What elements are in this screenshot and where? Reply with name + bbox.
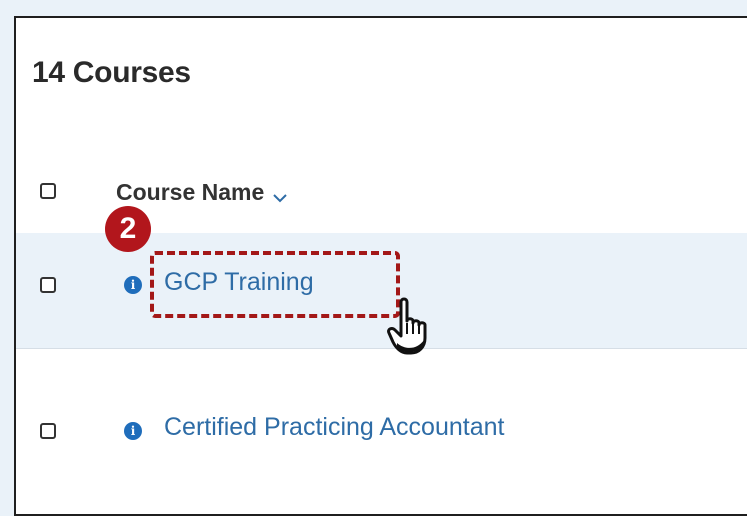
table-row: i Certified Practicing Accountant	[16, 349, 747, 479]
info-circle-icon[interactable]: i	[124, 276, 142, 294]
course-name-header-label: Course Name	[116, 179, 265, 205]
hand-pointer-icon	[387, 296, 435, 356]
chevron-down-icon	[272, 185, 288, 202]
page-title: 14 Courses	[32, 56, 191, 89]
info-circle-icon[interactable]: i	[124, 422, 142, 440]
row-checkbox[interactable]	[40, 423, 56, 439]
select-all-checkbox[interactable]	[40, 183, 56, 199]
course-link-gcp-training[interactable]: GCP Training	[164, 268, 314, 297]
course-name-column-header[interactable]: Course Name	[116, 179, 288, 206]
step-number-badge: 2	[105, 206, 151, 252]
courses-panel: 14 Courses Course Name i GCP Training i …	[14, 16, 747, 516]
course-link-certified-practicing-accountant[interactable]: Certified Practicing Accountant	[164, 413, 504, 442]
row-checkbox[interactable]	[40, 277, 56, 293]
